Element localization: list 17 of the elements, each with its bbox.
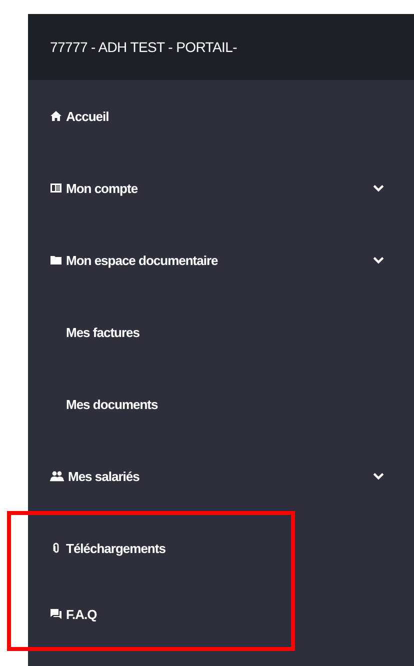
menu-item[interactable]: F.A.Q [50, 606, 97, 622]
menu-item[interactable]: Mon compte [50, 180, 138, 196]
menu-item[interactable]: Mes documents [50, 396, 158, 412]
card-icon [50, 182, 62, 194]
menu-item[interactable]: Téléchargements [50, 540, 166, 556]
folder-icon [50, 254, 62, 266]
portal-title: 77777 - ADH TEST - PORTAIL- [50, 39, 237, 55]
chat-icon [50, 608, 62, 620]
chevron-icon[interactable] [373, 184, 384, 192]
home-icon [50, 110, 62, 122]
menu-item[interactable]: Accueil [50, 108, 109, 124]
menu-item[interactable]: Mes salariés [50, 468, 140, 484]
chevron-icon[interactable] [373, 256, 384, 264]
menu-item[interactable]: Mes factures [50, 324, 140, 340]
chevron-icon[interactable] [373, 472, 384, 480]
users-icon [50, 470, 64, 482]
menu-item[interactable]: Mon espace documentaire [50, 252, 218, 268]
